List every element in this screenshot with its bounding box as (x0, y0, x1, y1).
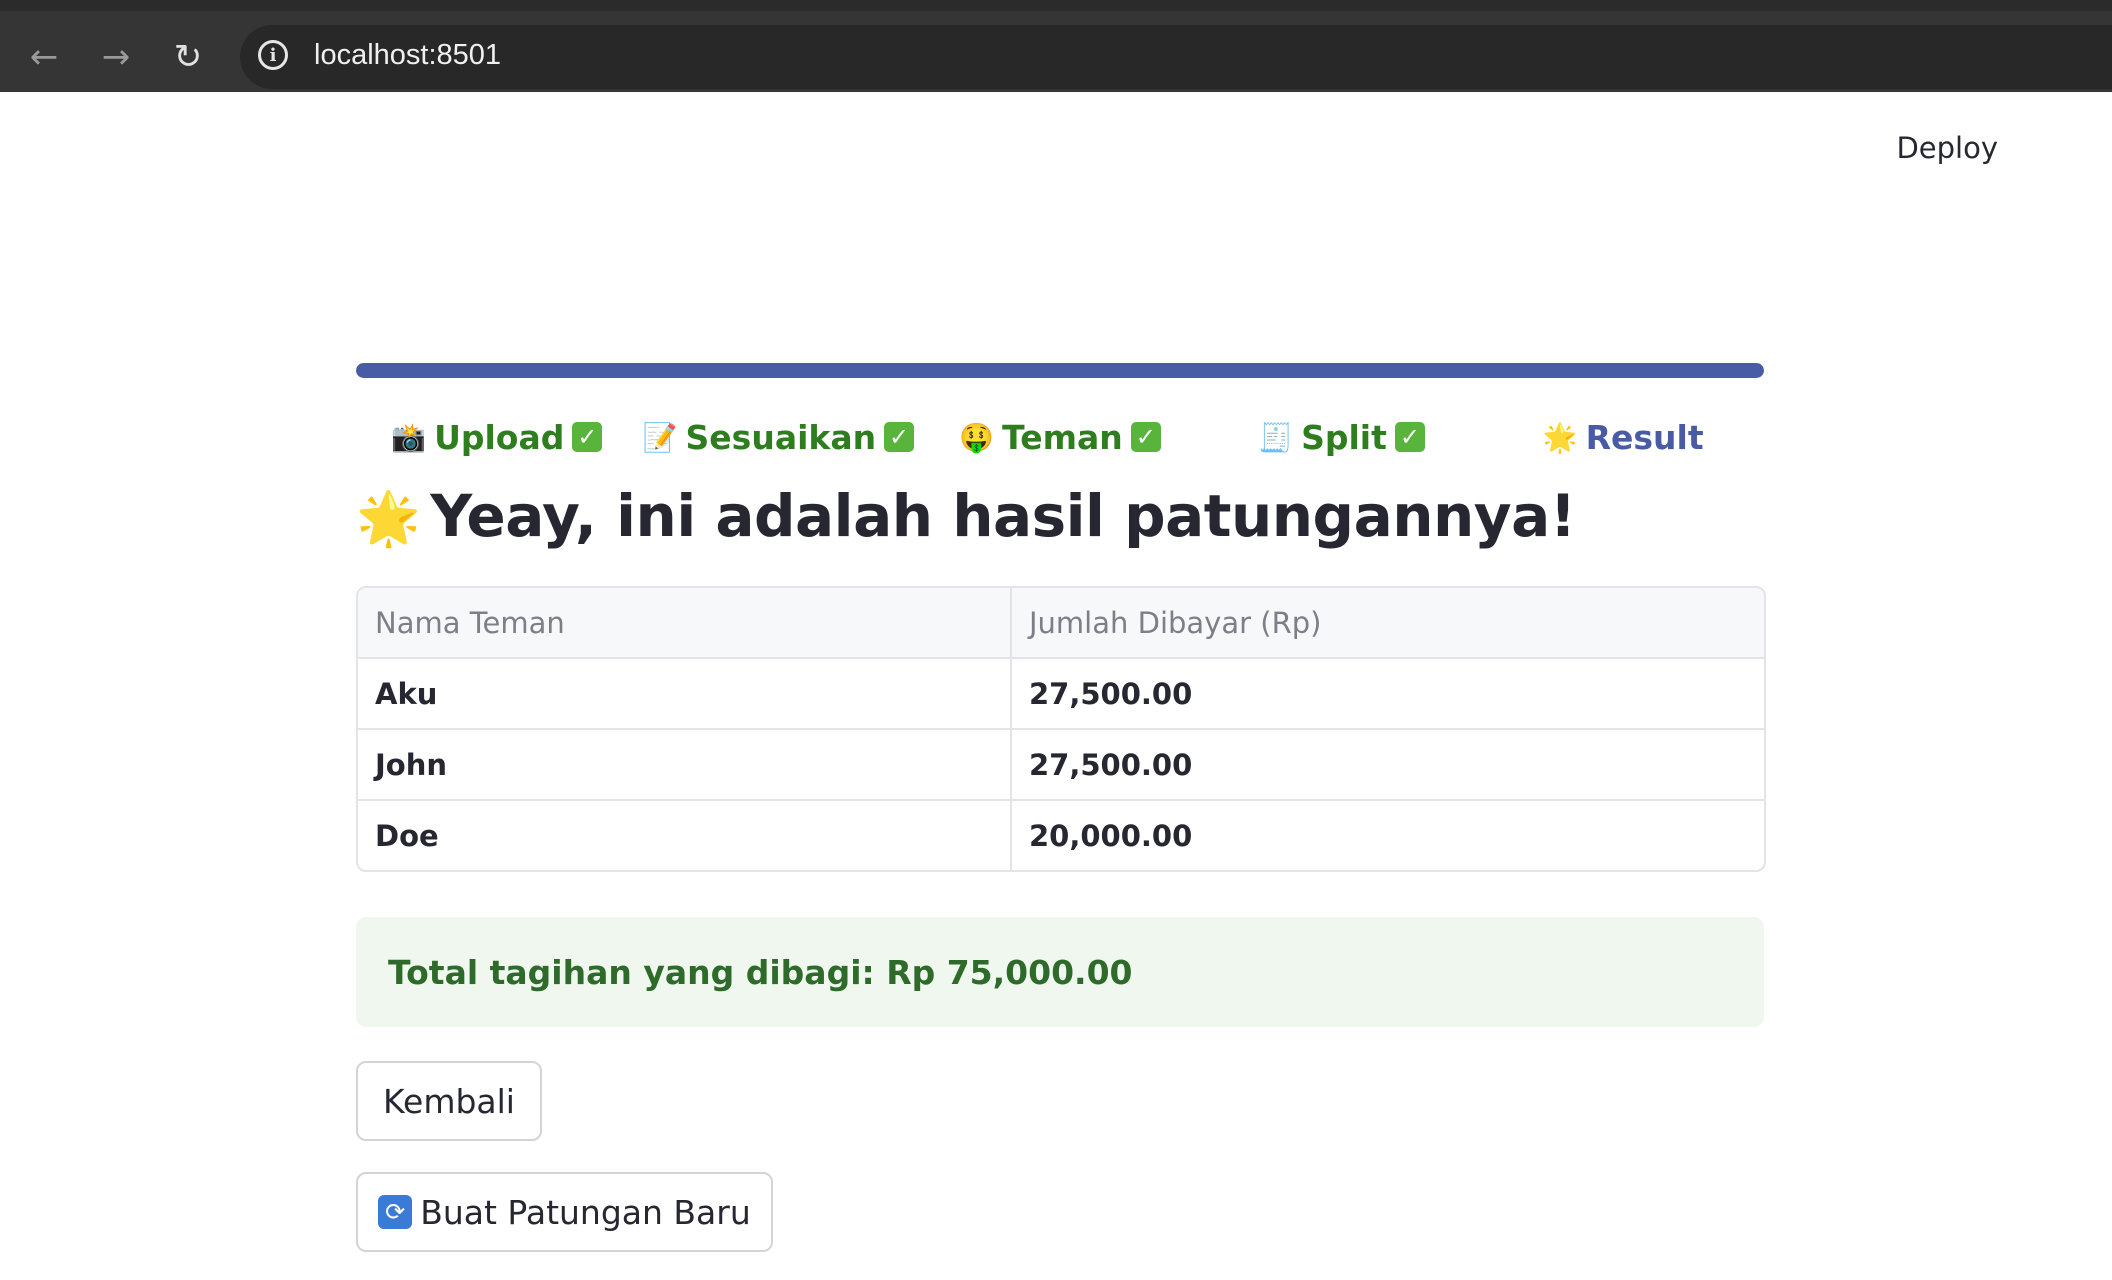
step-indicator: 📸 Upload ✓ 📝 Sesuaikan ✓ 🤑 Teman ✓ 🧾 Spl… (356, 412, 1764, 462)
step-sesuaikan: 📝 Sesuaikan ✓ (638, 412, 920, 462)
step-label: Upload (434, 417, 565, 457)
page-title: 🌟 Yeay, ini adalah hasil patungannya! (356, 482, 1576, 550)
browser-chrome: ← → ↻ i localhost:8501 (0, 0, 2112, 92)
check-icon: ✓ (1130, 422, 1161, 452)
camera-icon: 📸 (391, 420, 427, 454)
refresh-icon: ⟳ (378, 1195, 413, 1229)
table-cell-amount[interactable]: 20,000.00 (1011, 800, 1764, 870)
column-header-amount[interactable]: Jumlah Dibayar (Rp) (1011, 588, 1764, 659)
new-split-button[interactable]: ⟳ Buat Patungan Baru (356, 1172, 773, 1252)
check-icon: ✓ (884, 422, 915, 452)
table-row: John 27,500.00 (358, 729, 1764, 801)
step-teman: 🤑 Teman ✓ (919, 412, 1201, 462)
progress-bar (356, 363, 1764, 378)
table-row: Aku 27,500.00 (358, 658, 1764, 730)
table-cell-amount[interactable]: 27,500.00 (1011, 729, 1764, 801)
page-title-text: Yeay, ini adalah hasil patungannya! (430, 482, 1576, 550)
forward-icon[interactable]: → (96, 37, 136, 77)
table-cell-name[interactable]: John (358, 729, 1012, 801)
deploy-button[interactable]: Deploy (1890, 130, 2004, 166)
reload-icon[interactable]: ↻ (168, 37, 208, 77)
money-face-icon: 🤑 (959, 420, 995, 454)
star-icon: 🌟 (356, 489, 421, 549)
star-icon: 🌟 (1542, 420, 1578, 454)
receipt-icon: 🧾 (1258, 420, 1294, 454)
step-split: 🧾 Split ✓ (1201, 412, 1483, 462)
result-table: Nama Teman Jumlah Dibayar (Rp) Aku 27,50… (356, 586, 1766, 872)
toolbar: ← → ↻ i localhost:8501 (0, 11, 2112, 92)
step-upload: 📸 Upload ✓ (356, 412, 638, 462)
total-success-box: Total tagihan yang dibagi: Rp 75,000.00 (356, 917, 1764, 1027)
tab-strip (0, 0, 2112, 11)
url-text[interactable]: localhost:8501 (314, 39, 501, 72)
site-info-icon[interactable]: i (258, 40, 288, 70)
progress-fill (356, 363, 1764, 378)
step-label: Result (1585, 417, 1704, 457)
table-cell-amount[interactable]: 27,500.00 (1011, 658, 1764, 730)
table-row: Doe 20,000.00 (358, 800, 1764, 870)
back-icon[interactable]: ← (24, 37, 64, 77)
total-text: Total tagihan yang dibagi: Rp 75,000.00 (388, 952, 1133, 992)
memo-icon: 📝 (642, 420, 678, 454)
table-cell-name[interactable]: Doe (358, 800, 1012, 870)
table-header-row: Nama Teman Jumlah Dibayar (Rp) (358, 588, 1764, 659)
step-label: Sesuaikan (685, 417, 877, 457)
address-bar[interactable]: i localhost:8501 (240, 25, 2112, 89)
check-icon: ✓ (1394, 422, 1425, 452)
step-label: Teman (1002, 417, 1123, 457)
new-split-label: Buat Patungan Baru (420, 1192, 751, 1232)
step-result: 🌟 Result (1482, 412, 1764, 462)
check-icon: ✓ (572, 422, 603, 452)
back-button[interactable]: Kembali (356, 1061, 542, 1141)
step-label: Split (1301, 417, 1387, 457)
table-cell-name[interactable]: Aku (358, 658, 1012, 730)
column-header-name[interactable]: Nama Teman (358, 588, 1012, 659)
